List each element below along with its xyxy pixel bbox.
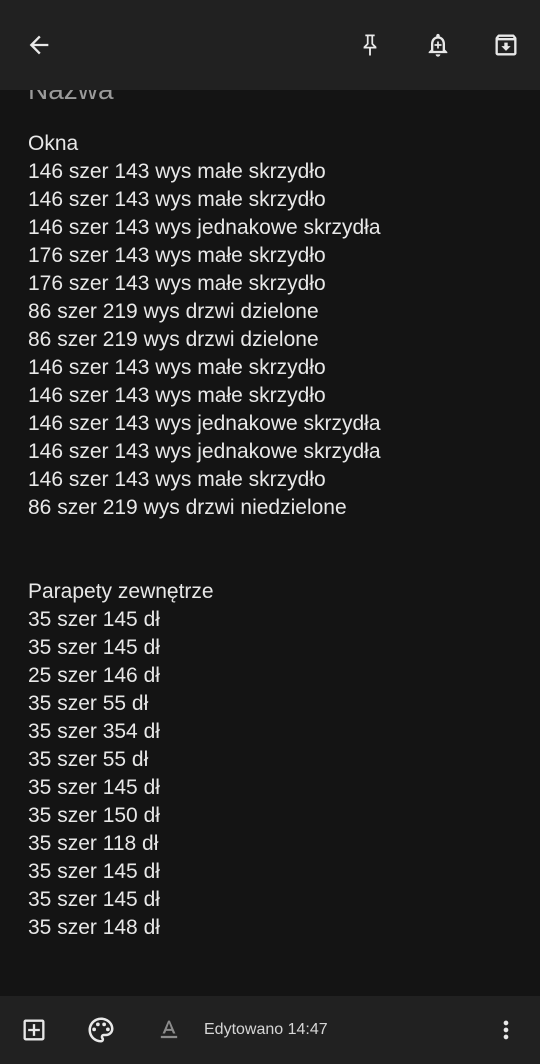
top-app-bar — [0, 0, 540, 90]
palette-icon — [88, 1017, 114, 1043]
note-line: 146 szer 143 wys jednakowe skrzydła — [28, 216, 381, 239]
note-line: 86 szer 219 wys drzwi niedzielone — [28, 496, 347, 519]
note-line: 35 szer 145 dł — [28, 776, 160, 799]
text-format-button[interactable] — [145, 1006, 193, 1054]
note-line: 146 szer 143 wys małe skrzydło — [28, 188, 326, 211]
reminder-button[interactable] — [414, 21, 462, 69]
note-line: 86 szer 219 wys drzwi dzielone — [28, 300, 319, 323]
pin-icon — [363, 34, 377, 57]
note-line: 146 szer 143 wys jednakowe skrzydła — [28, 440, 381, 463]
pin-button[interactable] — [346, 21, 394, 69]
note-line: 176 szer 143 wys małe skrzydło — [28, 272, 326, 295]
note-line: 35 szer 145 dł — [28, 608, 160, 631]
note-line: 25 szer 146 dł — [28, 664, 160, 687]
back-button[interactable] — [15, 21, 63, 69]
note-line: 146 szer 143 wys jednakowe skrzydła — [28, 412, 381, 435]
note-line: 146 szer 143 wys małe skrzydło — [28, 356, 326, 379]
note-line: 35 szer 354 dł — [28, 720, 160, 743]
note-line: 35 szer 145 dł — [28, 860, 160, 883]
note-line: 35 szer 55 dł — [28, 748, 149, 771]
bottom-toolbar: Edytowano 14:47 — [0, 996, 540, 1064]
note-line: 35 szer 145 dł — [28, 636, 160, 659]
note-line: 35 szer 150 dł — [28, 804, 160, 827]
background-options-button[interactable] — [77, 1006, 125, 1054]
note-line: 35 szer 55 dł — [28, 692, 149, 715]
note-line: 35 szer 145 dł — [28, 888, 160, 911]
note-line — [28, 550, 528, 578]
text-format-icon — [160, 1020, 178, 1039]
edited-timestamp: Edytowano 14:47 — [204, 1021, 328, 1038]
note-line: Okna — [28, 132, 79, 155]
add-box-icon — [23, 1019, 45, 1041]
note-title[interactable]: Nazwa — [28, 90, 114, 108]
note-line: 146 szer 143 wys małe skrzydło — [28, 160, 326, 183]
add-content-button[interactable] — [10, 1006, 58, 1054]
note-line: 35 szer 118 dł — [28, 832, 159, 855]
note-line: Parapety zewnętrze — [28, 580, 214, 603]
bell-plus-icon — [428, 33, 448, 57]
note-line: 146 szer 143 wys małe skrzydło — [28, 468, 326, 491]
archive-icon — [495, 34, 517, 56]
note-line: 176 szer 143 wys małe skrzydło — [28, 244, 326, 267]
more-vert-icon — [503, 1020, 509, 1040]
note-line: 35 szer 148 dł — [28, 916, 160, 939]
more-options-button[interactable] — [482, 1006, 530, 1054]
note-line — [28, 522, 528, 550]
note-line: 86 szer 219 wys drzwi dzielone — [28, 328, 319, 351]
arrow-back-icon — [29, 35, 49, 55]
note-editor[interactable]: Nazwa Okna 146 szer 143 wys małe skrzydło… — [0, 90, 540, 996]
note-body[interactable]: Okna 146 szer 143 wys małe skrzydło 146 sz… — [28, 130, 528, 942]
archive-button[interactable] — [482, 21, 530, 69]
note-line: 146 szer 143 wys małe skrzydło — [28, 384, 326, 407]
